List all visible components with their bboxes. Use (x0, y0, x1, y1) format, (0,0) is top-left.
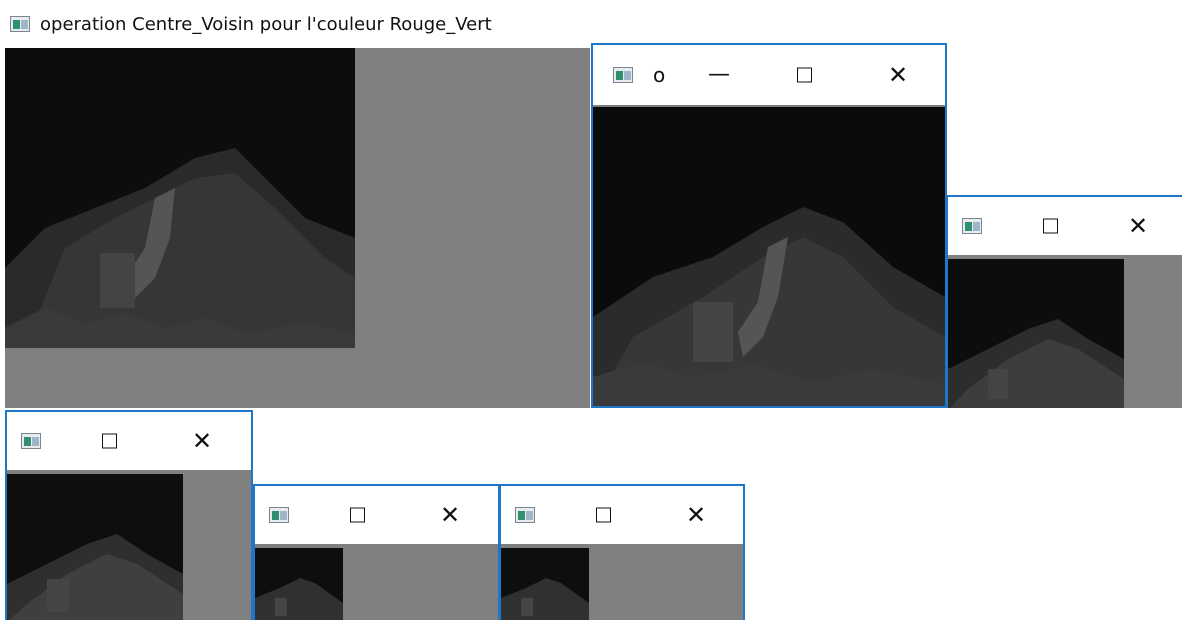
mountain-image (7, 474, 183, 620)
mountain-image (5, 48, 355, 348)
main-window-title-row: operation Centre_Voisin pour l'couleur R… (10, 10, 492, 38)
small-b-image (7, 474, 183, 620)
image-window-small-c[interactable]: ✕ (253, 484, 500, 620)
titlebar-window-o[interactable]: o — ✕ (593, 45, 945, 105)
processed-image (5, 48, 355, 348)
app-window-icon (613, 67, 633, 83)
image-window-small-a[interactable]: ✕ (946, 195, 1182, 408)
mountain-image (255, 548, 343, 620)
app-window-icon (515, 507, 535, 523)
close-icon[interactable]: ✕ (192, 429, 212, 453)
window-o-title: o (653, 63, 666, 87)
maximize-icon[interactable] (102, 433, 117, 449)
maximize-icon[interactable] (596, 507, 611, 523)
image-window-small-d[interactable]: ✕ (499, 484, 745, 620)
maximize-icon[interactable] (1043, 218, 1058, 234)
image-window-small-b[interactable]: ✕ (5, 410, 253, 620)
window-o-image (593, 107, 945, 406)
image-window-o[interactable]: o — ✕ (591, 43, 947, 408)
titlebar-small-b[interactable]: ✕ (7, 412, 251, 470)
small-a-image (948, 259, 1124, 408)
titlebar-small-a[interactable]: ✕ (948, 197, 1182, 255)
minimize-icon[interactable]: — (708, 64, 730, 86)
maximize-icon[interactable] (350, 507, 365, 523)
main-window-title: operation Centre_Voisin pour l'couleur R… (40, 13, 492, 35)
app-window-icon (962, 218, 982, 234)
small-c-image (255, 548, 343, 620)
mountain-image (593, 107, 945, 406)
titlebar-small-d[interactable]: ✕ (501, 486, 743, 544)
maximize-icon[interactable] (797, 67, 812, 83)
mountain-image (948, 259, 1124, 408)
close-icon[interactable]: ✕ (1128, 214, 1148, 238)
titlebar-small-c[interactable]: ✕ (255, 486, 498, 544)
main-image-canvas (5, 48, 590, 408)
mountain-image (501, 548, 589, 620)
app-window-icon (269, 507, 289, 523)
close-icon[interactable]: ✕ (686, 503, 706, 527)
close-icon[interactable]: ✕ (440, 503, 460, 527)
close-icon[interactable]: ✕ (888, 63, 908, 87)
app-window-icon (10, 16, 30, 32)
small-d-image (501, 548, 589, 620)
app-window-icon (21, 433, 41, 449)
